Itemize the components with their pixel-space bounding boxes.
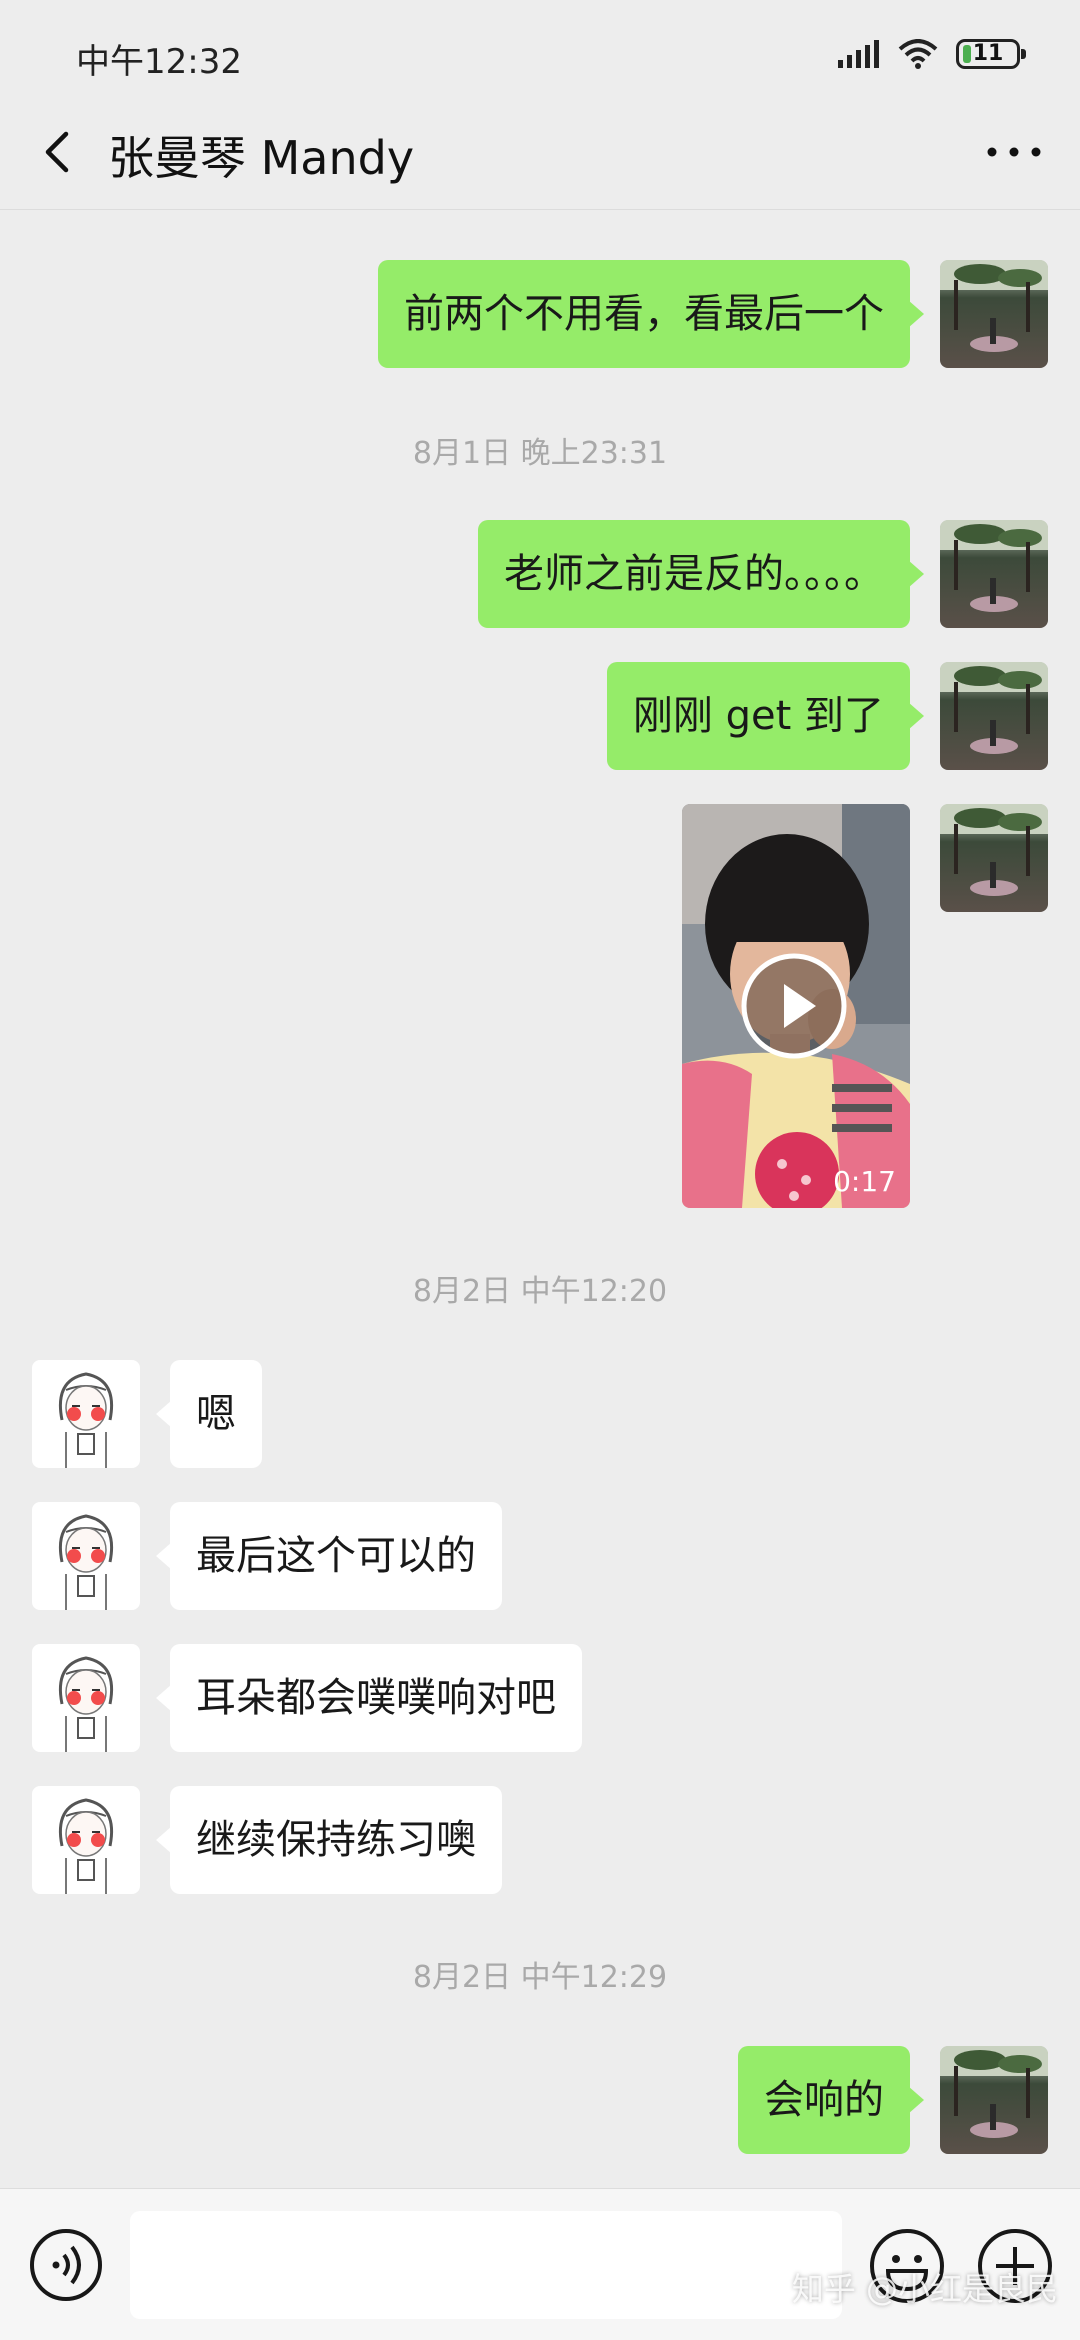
battery-icon: 11 (956, 39, 1026, 69)
voice-icon[interactable] (28, 2227, 104, 2303)
more-dots-icon[interactable] (984, 130, 1044, 174)
status-bar: 中午12:32 11 (0, 0, 1080, 96)
message-row: 0:17 (0, 804, 1080, 1208)
my-avatar[interactable] (940, 260, 1048, 368)
watermark: 知乎 @小红是良民 (791, 2270, 1058, 2308)
message-row: 继续保持练习噢 (0, 1786, 1080, 1894)
timestamp: 8月1日 晚上23:31 (412, 436, 668, 471)
play-icon[interactable] (740, 952, 848, 1060)
timestamp: 8月2日 中午12:29 (412, 1960, 668, 1995)
outgoing-message-bubble[interactable]: 老师之前是反的。。。。 (478, 520, 924, 628)
contact-avatar[interactable] (32, 1360, 140, 1468)
message-row: 耳朵都会噗噗响对吧 (0, 1644, 1080, 1752)
contact-avatar[interactable] (32, 1644, 140, 1752)
chevron-left-icon[interactable] (32, 124, 88, 180)
wifi-icon (898, 39, 938, 69)
message-row: 最后这个可以的 (0, 1502, 1080, 1610)
incoming-message-bubble[interactable]: 最后这个可以的 (156, 1502, 502, 1610)
incoming-message-bubble[interactable]: 耳朵都会噗噗响对吧 (156, 1644, 582, 1752)
contact-avatar[interactable] (32, 1786, 140, 1894)
message-row: 刚刚 get 到了 (0, 662, 1080, 770)
my-avatar[interactable] (940, 804, 1048, 912)
chat-header: 张曼琴 Mandy (0, 96, 1080, 210)
timestamp: 8月2日 中午12:20 (412, 1274, 668, 1309)
my-avatar[interactable] (940, 662, 1048, 770)
video-message[interactable]: 0:17 (682, 804, 910, 1208)
outgoing-message-bubble[interactable]: 前两个不用看，看最后一个 (378, 260, 924, 368)
my-avatar[interactable] (940, 520, 1048, 628)
battery-level: 11 (972, 41, 1004, 66)
chat-screen: 中午12:32 11 张曼琴 Mandy 前两个不用看，看最后一个 8月1日 晚… (0, 0, 1080, 2340)
incoming-message-bubble[interactable]: 继续保持练习噢 (156, 1786, 502, 1894)
chat-title[interactable]: 张曼琴 Mandy (108, 122, 414, 188)
message-row: 会响的 (0, 2046, 1080, 2154)
message-row: 嗯 (0, 1360, 1080, 1468)
message-input[interactable] (130, 2211, 842, 2319)
my-avatar[interactable] (940, 2046, 1048, 2154)
outgoing-message-bubble[interactable]: 刚刚 get 到了 (606, 662, 925, 770)
video-duration: 0:17 (833, 1165, 896, 1198)
contact-avatar[interactable] (32, 1502, 140, 1610)
status-icons: 11 (838, 36, 1026, 72)
signal-icon (838, 40, 879, 68)
incoming-message-bubble[interactable]: 嗯 (156, 1360, 262, 1468)
status-time: 中午12:32 (76, 42, 242, 82)
message-row: 老师之前是反的。。。。 (0, 520, 1080, 628)
outgoing-message-bubble[interactable]: 会响的 (738, 2046, 924, 2154)
message-row: 前两个不用看，看最后一个 (0, 260, 1080, 368)
